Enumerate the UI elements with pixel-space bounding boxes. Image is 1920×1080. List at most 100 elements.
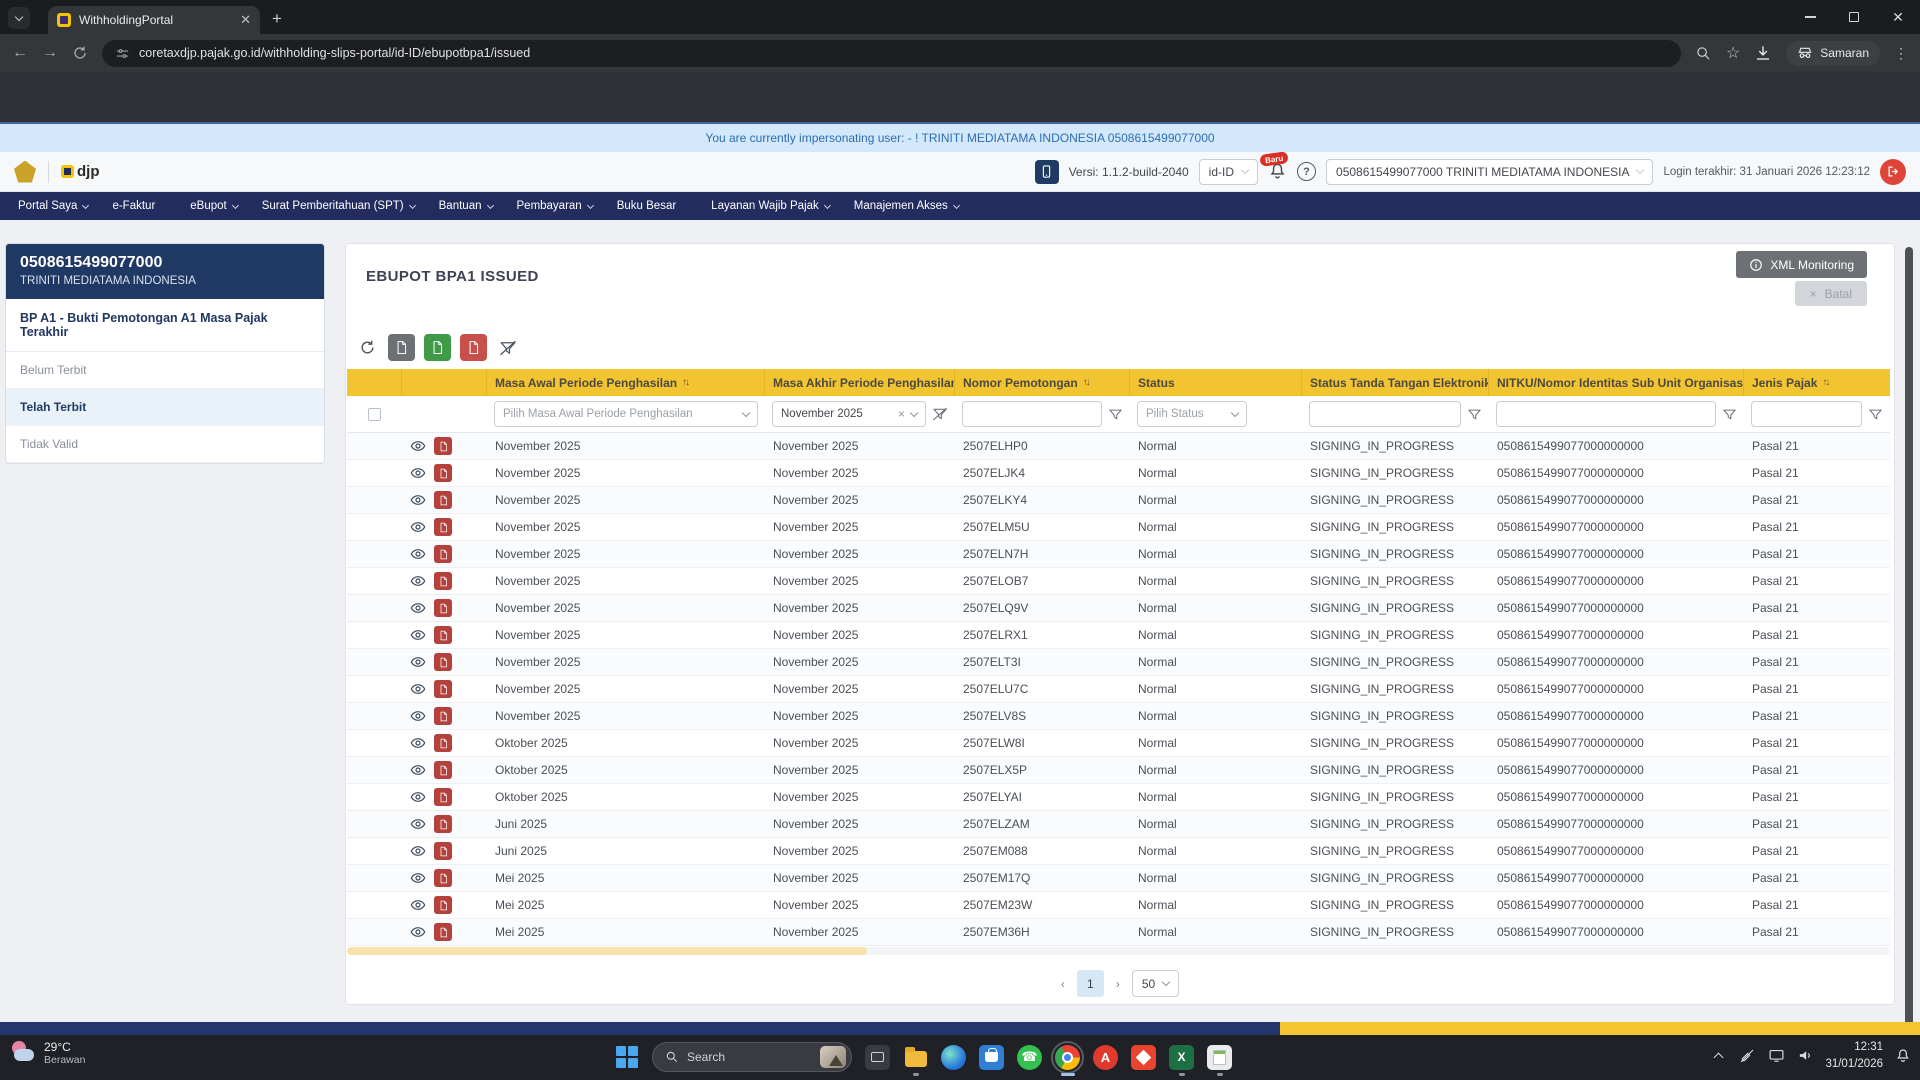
table-row[interactable]: Mei 2025 November 2025 2507EM23W Normal … [347, 892, 1890, 919]
table-row[interactable]: November 2025 November 2025 2507ELHP0 No… [347, 433, 1890, 460]
close-button[interactable]: ✕ [1876, 0, 1920, 34]
export-csv-button[interactable] [388, 334, 415, 361]
nav-item[interactable]: Surat Pemberitahuan (SPT) [262, 200, 416, 212]
nav-item[interactable]: Bantuan [439, 200, 494, 212]
column-header[interactable]: Masa Awal Periode Penghasilan ↑↓ [487, 369, 765, 396]
table-row[interactable]: November 2025 November 2025 2507ELU7C No… [347, 676, 1890, 703]
table-row[interactable]: November 2025 November 2025 2507ELRX1 No… [347, 622, 1890, 649]
column-header[interactable]: Jenis Pajak ↑↓ [1744, 369, 1890, 396]
sort-icon[interactable]: ↑↓ [682, 377, 690, 388]
view-eye-icon[interactable] [410, 762, 426, 778]
view-eye-icon[interactable] [410, 465, 426, 481]
nomor-pemotongan-filter-input[interactable] [962, 401, 1102, 427]
download-pdf-icon[interactable] [434, 464, 452, 482]
table-row[interactable]: November 2025 November 2025 2507ELQ9V No… [347, 595, 1890, 622]
table-row[interactable]: Mei 2025 November 2025 2507EM36H Normal … [347, 919, 1890, 946]
incognito-badge[interactable]: Samaran [1786, 40, 1880, 66]
download-pdf-icon[interactable] [434, 761, 452, 779]
store-icon[interactable] [979, 1044, 1004, 1070]
funnel-icon[interactable] [1868, 407, 1883, 422]
sort-icon[interactable]: ↑↓ [1083, 377, 1091, 388]
nav-item[interactable]: Pembayaran [517, 200, 594, 212]
language-select[interactable]: id-ID [1198, 158, 1259, 185]
notifications-bell[interactable]: Baru [1259, 151, 1289, 181]
download-pdf-icon[interactable] [434, 896, 452, 914]
nav-item[interactable]: Buku Besar [617, 200, 687, 212]
table-row[interactable]: November 2025 November 2025 2507ELKY4 No… [347, 487, 1890, 514]
table-row[interactable]: Juni 2025 November 2025 2507EM088 Normal… [347, 838, 1890, 865]
browser-menu-icon[interactable]: ⋮ [1894, 45, 1908, 62]
download-pdf-icon[interactable] [434, 653, 452, 671]
view-eye-icon[interactable] [410, 438, 426, 454]
funnel-icon[interactable] [1722, 407, 1737, 422]
whatsapp-icon[interactable]: ☎ [1017, 1044, 1042, 1070]
table-row[interactable]: November 2025 November 2025 2507ELM5U No… [347, 514, 1890, 541]
horizontal-scrollbar-thumb[interactable] [347, 947, 867, 955]
reload-icon[interactable] [72, 45, 88, 61]
select-all-checkbox[interactable] [368, 407, 381, 421]
sidebar-item[interactable]: Belum Terbit [6, 352, 324, 389]
download-pdf-icon[interactable] [434, 518, 452, 536]
column-header[interactable]: Status Tanda Tangan Elektronik... ↑↓ [1302, 369, 1489, 396]
table-row[interactable]: Oktober 2025 November 2025 2507ELYAI Nor… [347, 784, 1890, 811]
start-button[interactable] [615, 1045, 639, 1069]
notepad-app-icon[interactable] [1207, 1044, 1232, 1070]
horizontal-scrollbar[interactable] [347, 947, 1890, 955]
refresh-button[interactable] [355, 336, 379, 360]
view-eye-icon[interactable] [410, 924, 426, 940]
column-header[interactable]: NITKU/Nomor Identitas Sub Unit Organisas… [1489, 369, 1744, 396]
downloads-icon[interactable] [1754, 44, 1772, 62]
minimize-button[interactable] [1788, 0, 1832, 34]
search-highlight-image[interactable] [820, 1046, 846, 1068]
view-eye-icon[interactable] [410, 519, 426, 535]
taskbar-weather-widget[interactable]: 29°C Berawan [10, 1040, 85, 1066]
taskbar-clock[interactable]: 12:31 31/01/2026 [1825, 1039, 1883, 1072]
status-select[interactable]: Pilih Status [1137, 401, 1247, 427]
tab-search-caret[interactable] [8, 7, 30, 29]
display-icon[interactable] [1767, 1047, 1785, 1065]
export-excel-button[interactable] [424, 334, 451, 361]
view-eye-icon[interactable] [410, 573, 426, 589]
address-bar[interactable]: coretaxdjp.pajak.go.id/withholding-slips… [102, 39, 1681, 67]
view-eye-icon[interactable] [410, 843, 426, 859]
back-icon[interactable]: ← [12, 44, 28, 62]
cancel-button[interactable]: × Batal [1794, 281, 1867, 306]
download-pdf-icon[interactable] [434, 815, 452, 833]
next-page-button[interactable]: › [1116, 977, 1120, 991]
forward-icon[interactable]: → [42, 44, 58, 62]
letter-a-app-icon[interactable]: A [1093, 1044, 1118, 1070]
tte-status-filter-input[interactable] [1309, 401, 1461, 427]
column-header[interactable]: Masa Akhir Periode Penghasilan... ↑↓ [765, 369, 955, 396]
download-pdf-icon[interactable] [434, 923, 452, 941]
diamond-app-icon[interactable] [1131, 1044, 1156, 1070]
table-row[interactable]: Oktober 2025 November 2025 2507ELX5P Nor… [347, 757, 1890, 784]
prev-page-button[interactable]: ‹ [1061, 977, 1065, 991]
maximize-button[interactable] [1832, 0, 1876, 34]
file-explorer-icon[interactable] [903, 1045, 928, 1070]
masa-akhir-select[interactable]: November 2025 × [772, 401, 926, 427]
export-pdf-button[interactable] [460, 334, 487, 361]
table-row[interactable]: November 2025 November 2025 2507ELJK4 No… [347, 460, 1890, 487]
download-pdf-icon[interactable] [434, 545, 452, 563]
download-pdf-icon[interactable] [434, 788, 452, 806]
clear-value-icon[interactable]: × [898, 407, 905, 421]
download-pdf-icon[interactable] [434, 680, 452, 698]
volume-icon[interactable] [1796, 1047, 1814, 1065]
table-row[interactable]: Mei 2025 November 2025 2507EM17Q Normal … [347, 865, 1890, 892]
funnel-icon[interactable] [1108, 407, 1123, 422]
sidebar-item[interactable]: Telah Terbit [6, 389, 324, 426]
table-row[interactable]: November 2025 November 2025 2507ELT3I No… [347, 649, 1890, 676]
table-row[interactable]: November 2025 November 2025 2507ELOB7 No… [347, 568, 1890, 595]
view-eye-icon[interactable] [410, 627, 426, 643]
pen-disabled-icon[interactable] [1738, 1047, 1756, 1065]
download-pdf-icon[interactable] [434, 572, 452, 590]
column-header[interactable]: Nomor Pemotongan ↑↓ [955, 369, 1130, 396]
view-eye-icon[interactable] [410, 600, 426, 616]
masa-awal-select[interactable]: Pilih Masa Awal Periode Penghasilan [494, 401, 758, 427]
view-eye-icon[interactable] [410, 681, 426, 697]
spreadsheet-app-icon[interactable]: X [1169, 1044, 1194, 1070]
edge-icon[interactable] [941, 1044, 966, 1070]
chrome-icon[interactable] [1051, 1040, 1084, 1074]
site-info-icon[interactable] [115, 46, 130, 61]
page-number-button[interactable]: 1 [1076, 970, 1104, 997]
